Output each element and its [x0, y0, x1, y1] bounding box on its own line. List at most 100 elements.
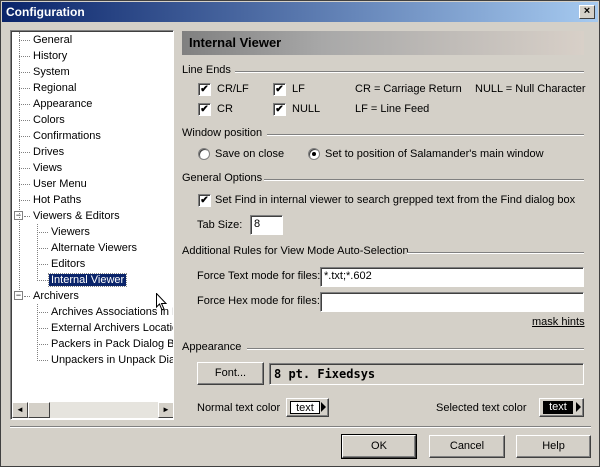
tree-item[interactable]: Drives [31, 144, 66, 160]
scroll-right-icon[interactable]: ► [158, 402, 173, 418]
tree-item-label: User Menu [33, 178, 87, 190]
chevron-right-icon [321, 402, 326, 412]
tree-item[interactable]: Internal Viewer [47, 272, 128, 288]
tree-item[interactable]: Hot Paths [31, 192, 83, 208]
group-divider [235, 71, 584, 73]
tree-connector [19, 40, 30, 41]
tree-item-label: External Archivers Locatio [51, 322, 173, 334]
tree-connector [19, 32, 20, 292]
tree-connector [37, 304, 38, 361]
tree-item[interactable]: Unpackers in Unpack Dia [49, 352, 173, 368]
tree-item-label: History [33, 50, 68, 62]
tree-item[interactable]: Viewers & Editors [31, 208, 122, 224]
group-divider [264, 179, 584, 181]
tree-item[interactable]: Archivers [31, 288, 81, 304]
normal-color-swatch: text [290, 401, 320, 414]
close-icon[interactable]: × [579, 5, 595, 19]
tree-item[interactable]: User Menu [31, 176, 89, 192]
title-bar: Configuration × [2, 2, 598, 22]
cr-label: CR [217, 103, 233, 115]
tree-item[interactable]: System [31, 64, 72, 80]
tree-connector [37, 328, 48, 329]
null-checkbox[interactable]: ✔ [273, 103, 286, 116]
tree-item-label: Viewers & Editors [33, 210, 120, 222]
tree-item[interactable]: Colors [31, 112, 67, 128]
tree-item-label: Appearance [33, 98, 93, 110]
chevron-right-icon [576, 402, 581, 412]
find-option-label: Set Find in internal viewer to search gr… [215, 194, 576, 206]
help-button[interactable]: Help [516, 435, 591, 458]
tree-connector [19, 184, 30, 185]
tree-item[interactable]: Archives Associations in P [49, 304, 173, 320]
tree-connector [19, 72, 30, 73]
tree-item[interactable]: Editors [49, 256, 87, 272]
find-option-checkbox[interactable]: ✔ [198, 194, 211, 207]
tree-connector [19, 104, 30, 105]
button-separator [10, 426, 591, 428]
tree-item[interactable]: Packers in Pack Dialog B [49, 336, 173, 352]
cancel-button[interactable]: Cancel [429, 435, 505, 458]
font-display: 8 pt. Fixedsys [269, 363, 584, 385]
tree-item[interactable]: Viewers [49, 224, 92, 240]
tree-item-label: Hot Paths [33, 194, 82, 206]
tree-item[interactable]: Views [31, 160, 64, 176]
collapse-icon[interactable]: − [14, 291, 23, 300]
tree-item[interactable]: Appearance [31, 96, 94, 112]
cr-checkbox[interactable]: ✔ [198, 103, 211, 116]
tree-item-label: Unpackers in Unpack Dia [51, 354, 173, 366]
auto-selection-group-title: Additional Rules for View Mode Auto-Sele… [182, 245, 409, 257]
scroll-thumb[interactable] [28, 402, 50, 418]
window-title: Configuration [6, 5, 85, 19]
tree-horizontal-scrollbar[interactable]: ◄ ► [12, 402, 173, 418]
crlf-label: CR/LF [217, 83, 249, 95]
hex-mode-input[interactable] [320, 292, 584, 312]
text-mode-input[interactable]: *.txt;*.602 [320, 267, 584, 287]
tree-item-label: Editors [51, 258, 86, 270]
legend-cr: CR = Carriage Return [355, 83, 462, 95]
tree-connector [37, 360, 48, 361]
tab-size-input[interactable]: 8 [250, 215, 283, 235]
tree-item[interactable]: Confirmations [31, 128, 103, 144]
tree-item-label: Internal Viewer [47, 273, 128, 287]
tree-connector [19, 200, 30, 201]
font-button[interactable]: Font... [197, 362, 264, 385]
tree-connector [37, 224, 38, 281]
hex-mode-label: Force Hex mode for files: [197, 295, 320, 307]
lf-label: LF [292, 83, 305, 95]
radio-selected-dot [312, 152, 316, 156]
lf-checkbox[interactable]: ✔ [273, 83, 286, 96]
tree-item-label: Views [33, 162, 63, 174]
set-to-main-window-label: Set to position of Salamander's main win… [325, 148, 544, 160]
tree-items: General History System Regional Appearance Co… [11, 31, 173, 401]
set-to-main-window-radio[interactable] [308, 148, 320, 160]
normal-color-button[interactable]: text [286, 398, 329, 417]
window-position-group-title: Window position [182, 127, 263, 139]
save-on-close-radio[interactable] [198, 148, 210, 160]
general-options-group-title: General Options [182, 172, 263, 184]
tree-item-label: Archivers [33, 290, 79, 302]
tree-item-label: General [33, 34, 73, 46]
selected-color-button[interactable]: text [539, 398, 584, 417]
mask-hints-link[interactable]: mask hints [532, 315, 585, 329]
null-label: NULL [292, 103, 321, 115]
save-on-close-label: Save on close [215, 148, 285, 160]
tree-connector [37, 280, 48, 281]
crlf-checkbox[interactable]: ✔ [198, 83, 211, 96]
tree-item[interactable]: History [31, 48, 69, 64]
selected-color-label: Selected text color [436, 402, 527, 414]
group-divider [247, 348, 584, 350]
scroll-left-icon[interactable]: ◄ [12, 402, 28, 418]
tree-item[interactable]: General [31, 32, 74, 48]
tree-connector [24, 296, 30, 297]
tree-item[interactable]: Alternate Viewers [49, 240, 139, 256]
appearance-group-title: Appearance [182, 341, 242, 353]
tree-connector [37, 264, 48, 265]
group-divider [407, 252, 584, 254]
ok-button[interactable]: OK [341, 434, 417, 459]
tree-item[interactable]: Regional [31, 80, 78, 96]
settings-tree[interactable]: General History System Regional Appearance Co… [10, 30, 174, 420]
tree-item[interactable]: External Archivers Locatio [49, 320, 173, 336]
tree-item-label: Confirmations [33, 130, 101, 142]
tree-connector [37, 312, 48, 313]
page-title: Internal Viewer [182, 31, 584, 55]
